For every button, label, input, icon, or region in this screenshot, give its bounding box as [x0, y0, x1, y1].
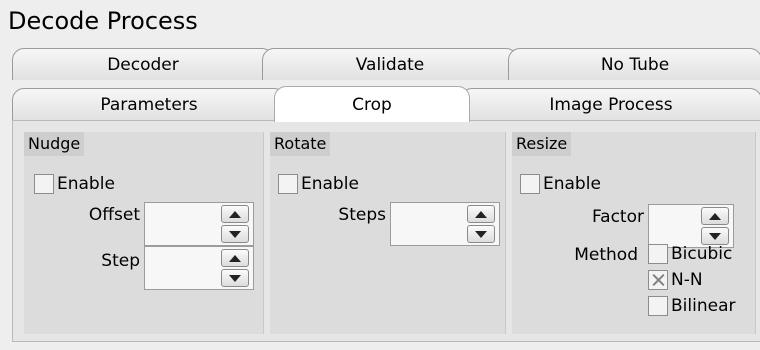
resize-factor-label: Factor — [591, 207, 644, 227]
nudge-step-input[interactable] — [146, 248, 216, 288]
triangle-down-icon — [229, 230, 241, 238]
window-title: Decode Process — [8, 7, 198, 35]
nudge-offset-input[interactable] — [146, 204, 216, 244]
tab-label: Crop — [352, 94, 392, 115]
tab-no-tube[interactable]: No Tube — [508, 48, 760, 80]
triangle-up-icon — [229, 210, 241, 218]
resize-enable-label: Enable — [543, 174, 601, 194]
method-option-nn[interactable]: N-N — [648, 270, 703, 290]
triangle-up-icon — [709, 212, 721, 220]
resize-factor-input[interactable] — [650, 206, 700, 246]
triangle-down-icon — [229, 274, 241, 282]
method-option-label: N-N — [671, 270, 703, 290]
spin-down-button[interactable] — [221, 225, 249, 243]
spin-up-button[interactable] — [467, 205, 495, 223]
checkbox-box[interactable] — [648, 244, 668, 264]
triangle-up-icon — [229, 254, 241, 262]
triangle-down-icon — [475, 230, 487, 238]
triangle-down-icon — [709, 232, 721, 240]
nudge-step-label: Step — [101, 251, 140, 271]
tab-label: Validate — [355, 54, 425, 75]
method-option-bicubic[interactable]: Bicubic — [648, 244, 732, 264]
resize-method-label: Method — [574, 245, 638, 265]
resize-title: Resize — [512, 132, 572, 156]
spin-down-button[interactable] — [467, 225, 495, 243]
spin-down-button[interactable] — [221, 269, 249, 287]
nudge-offset-label: Offset — [88, 205, 140, 225]
tab-image-process[interactable]: Image Process — [460, 88, 760, 120]
tab-crop[interactable]: Crop — [274, 86, 470, 122]
method-option-label: Bilinear — [671, 296, 736, 316]
nudge-enable-checkbox[interactable]: Enable — [34, 174, 115, 194]
tab-parameters[interactable]: Parameters — [12, 88, 286, 120]
resize-group: Resize Enable Factor Method Bicubic N-N … — [512, 132, 756, 334]
checkbox-box[interactable] — [34, 174, 54, 194]
rotate-steps-label: Steps — [338, 205, 386, 225]
rotate-steps-spinbox[interactable] — [390, 202, 500, 246]
checkbox-box[interactable] — [278, 174, 298, 194]
nudge-step-spinbox[interactable] — [144, 246, 254, 290]
checkbox-box[interactable] — [520, 174, 540, 194]
rotate-group: Rotate Enable Steps — [270, 132, 506, 334]
rotate-title: Rotate — [270, 132, 331, 156]
spin-up-button[interactable] — [221, 205, 249, 223]
spin-up-button[interactable] — [701, 207, 729, 225]
tab-label: Decoder — [107, 54, 179, 75]
method-option-bilinear[interactable]: Bilinear — [648, 296, 735, 316]
nudge-enable-label: Enable — [57, 174, 115, 194]
rotate-steps-input[interactable] — [392, 204, 462, 244]
resize-factor-spinbox[interactable] — [648, 204, 734, 248]
tab-decoder[interactable]: Decoder — [12, 48, 274, 80]
tab-validate[interactable]: Validate — [262, 48, 518, 80]
nudge-offset-spinbox[interactable] — [144, 202, 254, 246]
checkbox-box[interactable] — [648, 270, 668, 290]
tab-label: No Tube — [600, 54, 670, 75]
nudge-group: Nudge Enable Offset Step — [24, 132, 264, 334]
spin-down-button[interactable] — [701, 227, 729, 245]
method-option-label: Bicubic — [671, 244, 733, 264]
resize-enable-checkbox[interactable]: Enable — [520, 174, 601, 194]
tab-label: Parameters — [100, 94, 198, 115]
tab-label: Image Process — [549, 94, 673, 115]
rotate-enable-checkbox[interactable]: Enable — [278, 174, 359, 194]
triangle-up-icon — [475, 210, 487, 218]
rotate-enable-label: Enable — [301, 174, 359, 194]
checkbox-box[interactable] — [648, 296, 668, 316]
nudge-title: Nudge — [24, 132, 85, 156]
spin-up-button[interactable] — [221, 249, 249, 267]
